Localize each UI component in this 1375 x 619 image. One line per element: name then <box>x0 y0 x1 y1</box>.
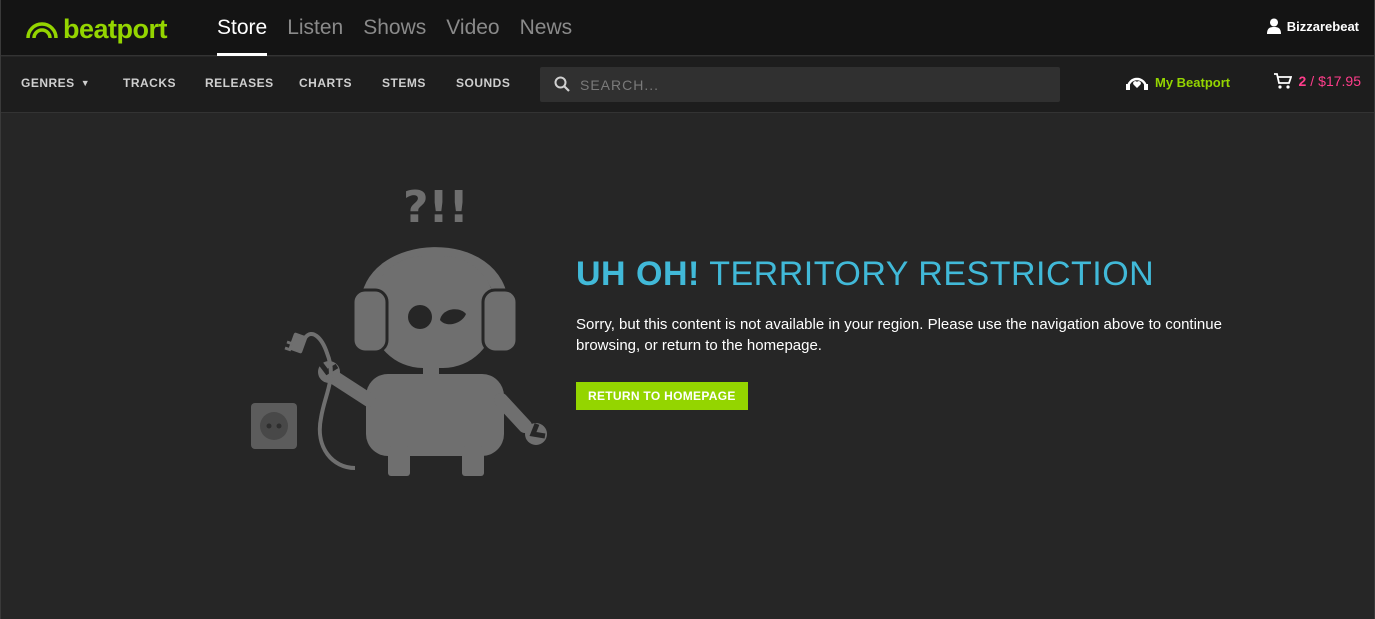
nav-charts[interactable]: CHARTS <box>299 57 352 113</box>
error-description: Sorry, but this content is not available… <box>576 316 1222 354</box>
search-input[interactable] <box>580 67 1050 102</box>
cart-separator: / <box>1310 73 1315 89</box>
return-to-homepage-button[interactable]: RETURN TO HOMEPAGE <box>576 382 748 410</box>
caret-down-icon: ▼ <box>80 78 91 88</box>
sub-nav: GENRES ▼ TRACKS RELEASES CHARTS STEMS SOU… <box>1 57 1374 113</box>
cart-count: 2 <box>1298 73 1307 89</box>
genres-label: GENRES <box>21 76 75 90</box>
cart-icon <box>1274 73 1293 89</box>
nav-shows[interactable]: Shows <box>363 0 426 56</box>
beatport-logo[interactable]: beatport <box>25 14 168 44</box>
search-icon <box>554 76 570 92</box>
robot-headphones-illustration: ?!! <box>247 178 557 488</box>
cart-link[interactable]: 2 / $17.95 <box>1274 73 1361 89</box>
heading-light: TERRITORY RESTRICTION <box>709 255 1155 293</box>
heart-headphones-icon <box>1126 77 1148 90</box>
main-nav: Store Listen Shows Video News <box>217 0 592 56</box>
brand-name: beatport <box>63 14 168 44</box>
user-account[interactable]: Bizzarebeat <box>1266 18 1359 34</box>
cart-total: $17.95 <box>1318 73 1361 89</box>
page: beatport Store Listen Shows Video News B… <box>0 0 1375 619</box>
nav-store[interactable]: Store <box>217 0 268 56</box>
genres-dropdown[interactable]: GENRES ▼ <box>21 57 90 113</box>
top-bar: beatport Store Listen Shows Video News B… <box>1 0 1374 56</box>
nav-news[interactable]: News <box>520 0 573 56</box>
error-message: UH OH! TERRITORY RESTRICTION Sorry, but … <box>576 254 1236 410</box>
nav-listen[interactable]: Listen <box>287 0 343 56</box>
nav-releases[interactable]: RELEASES <box>205 57 274 113</box>
beatport-headphones-icon <box>26 22 58 39</box>
nav-video[interactable]: Video <box>446 0 499 56</box>
nav-tracks[interactable]: TRACKS <box>123 57 176 113</box>
user-name: Bizzarebeat <box>1286 18 1359 34</box>
heading-strong: UH OH! <box>576 255 700 293</box>
my-beatport-label: My Beatport <box>1155 74 1231 90</box>
my-beatport-link[interactable]: My Beatport <box>1125 74 1230 90</box>
search-box <box>540 67 1060 102</box>
page-title: UH OH! TERRITORY RESTRICTION <box>576 254 1236 294</box>
user-icon <box>1266 18 1281 34</box>
nav-stems[interactable]: STEMS <box>382 57 426 113</box>
question-exclamation-symbols: ?!! <box>403 182 469 233</box>
nav-sounds[interactable]: SOUNDS <box>456 57 510 113</box>
